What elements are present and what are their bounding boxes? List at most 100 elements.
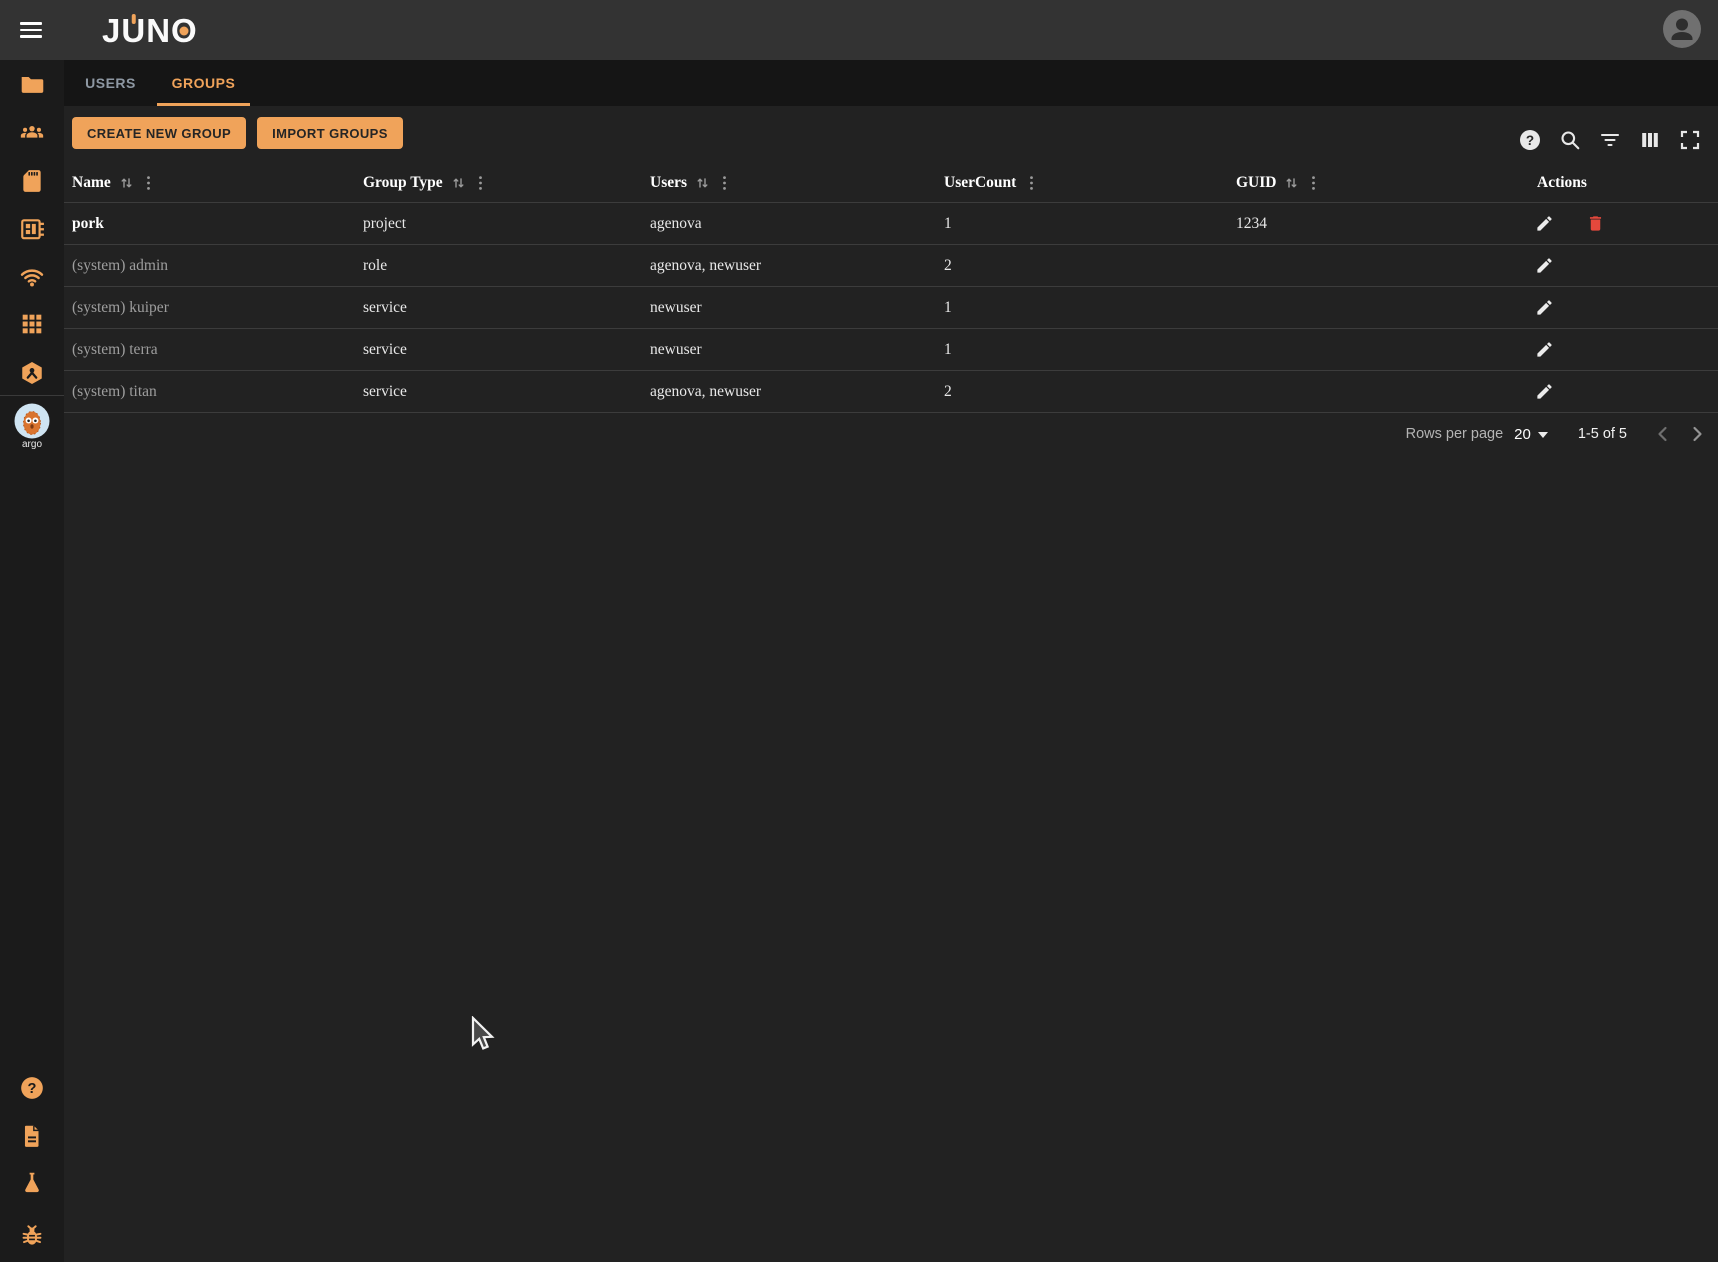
cell-users: newuser xyxy=(642,341,936,359)
cell-actions xyxy=(1529,298,1718,317)
cell-group-type: role xyxy=(355,257,642,275)
pagination-range: 1-5 of 5 xyxy=(1578,426,1627,442)
column-label: Name xyxy=(72,174,111,192)
column-menu-icon[interactable] xyxy=(1311,175,1316,191)
hamburger-menu-icon[interactable] xyxy=(17,16,45,44)
cell-name: (system) kuiper xyxy=(64,299,355,317)
column-header-actions: Actions xyxy=(1529,174,1718,192)
table-pagination: Rows per page 20 1-5 of 5 xyxy=(64,407,1718,461)
column-label: UserCount xyxy=(944,174,1016,192)
table-row: (system) kuiperservicenewuser1 xyxy=(64,287,1718,329)
cell-name: pork xyxy=(64,215,355,233)
sidebar-item-bug[interactable] xyxy=(19,1223,45,1249)
tab-groups-label: GROUPS xyxy=(172,75,236,91)
sidebar-item-folder[interactable] xyxy=(19,71,45,97)
chevron-left-icon[interactable] xyxy=(1651,422,1675,446)
sidebar-item-package[interactable] xyxy=(19,360,45,386)
sort-icon[interactable] xyxy=(452,176,465,190)
cell-actions xyxy=(1529,256,1718,275)
edit-icon[interactable] xyxy=(1535,298,1554,317)
cell-group-type: service xyxy=(355,299,642,317)
edit-icon[interactable] xyxy=(1535,256,1554,275)
dropdown-caret-icon xyxy=(1538,432,1548,438)
column-header-users: Users xyxy=(642,174,936,192)
cell-user-count: 2 xyxy=(936,257,1228,275)
cell-user-count: 1 xyxy=(936,299,1228,317)
table-toolbar: ? xyxy=(1518,128,1702,152)
sidebar-item-docs[interactable] xyxy=(19,1123,45,1149)
account-circle-icon[interactable] xyxy=(1662,9,1702,49)
sort-icon[interactable] xyxy=(120,176,133,190)
sd-card-icon xyxy=(19,168,45,194)
search-icon[interactable] xyxy=(1558,128,1582,152)
table-header-row: Name Group Type Users UserCount GUID Actions xyxy=(64,164,1718,203)
cell-users: agenova, newuser xyxy=(642,257,936,275)
cell-actions xyxy=(1529,340,1718,359)
column-header-guid: GUID xyxy=(1228,174,1529,192)
cell-group-type: service xyxy=(355,341,642,359)
sidebar-item-argo[interactable]: argo xyxy=(14,403,50,451)
cell-user-count: 1 xyxy=(936,341,1228,359)
sidebar-item-apps[interactable] xyxy=(19,311,45,337)
table-row: porkprojectagenova11234 xyxy=(64,203,1718,245)
cell-user-count: 1 xyxy=(936,215,1228,233)
svg-text:?: ? xyxy=(28,1081,37,1097)
tab-users[interactable]: USERS xyxy=(64,60,157,106)
groups-tab-content: CREATE NEW GROUP IMPORT GROUPS ? xyxy=(64,106,1718,1262)
brand-logo: JUNO xyxy=(102,14,198,47)
table-row: (system) adminroleagenova, newuser2 xyxy=(64,245,1718,287)
edit-icon[interactable] xyxy=(1535,340,1554,359)
sidebar-item-memory[interactable] xyxy=(19,216,45,242)
chevron-right-icon[interactable] xyxy=(1685,422,1709,446)
edit-icon[interactable] xyxy=(1535,214,1554,233)
folder-icon xyxy=(19,71,45,97)
column-menu-icon[interactable] xyxy=(146,175,151,191)
sidebar-divider xyxy=(0,395,64,396)
apps-grid-icon xyxy=(19,311,45,337)
sidebar-item-lab[interactable] xyxy=(19,1170,45,1196)
sidebar-item-wifi[interactable] xyxy=(19,264,45,290)
table-body: porkprojectagenova11234(system) adminrol… xyxy=(64,203,1718,413)
groups-icon xyxy=(19,120,45,146)
filter-icon[interactable] xyxy=(1598,128,1622,152)
sort-icon[interactable] xyxy=(696,176,709,190)
package-3d-icon xyxy=(19,360,45,386)
help-icon[interactable]: ? xyxy=(1518,128,1542,152)
sort-icon[interactable] xyxy=(1285,176,1298,190)
delete-icon[interactable] xyxy=(1586,214,1605,233)
cell-users: newuser xyxy=(642,299,936,317)
create-new-group-button[interactable]: CREATE NEW GROUP xyxy=(72,117,246,149)
column-header-usercount: UserCount xyxy=(936,174,1228,192)
column-menu-icon[interactable] xyxy=(478,175,483,191)
column-label: Actions xyxy=(1537,174,1587,192)
memory-board-icon xyxy=(19,216,45,242)
brand-letter: O xyxy=(171,14,198,47)
sidebar-item-storage[interactable] xyxy=(19,168,45,194)
sidebar-item-groups[interactable] xyxy=(19,120,45,146)
edit-icon[interactable] xyxy=(1535,382,1554,401)
column-menu-icon[interactable] xyxy=(722,175,727,191)
column-header-name: Name xyxy=(64,174,355,192)
cell-actions xyxy=(1529,214,1718,233)
main-panel: USERS GROUPS CREATE NEW GROUP IMPORT GRO… xyxy=(64,60,1718,1262)
columns-icon[interactable] xyxy=(1638,128,1662,152)
column-menu-icon[interactable] xyxy=(1029,175,1034,191)
flask-icon xyxy=(19,1170,45,1196)
fullscreen-icon[interactable] xyxy=(1678,128,1702,152)
table-row: (system) terraservicenewuser1 xyxy=(64,329,1718,371)
bug-icon xyxy=(19,1223,45,1249)
rows-per-page-select[interactable]: 20 xyxy=(1514,426,1548,443)
rows-per-page-value: 20 xyxy=(1514,426,1531,443)
brand-letter: N xyxy=(146,14,171,47)
cell-actions xyxy=(1529,382,1718,401)
wifi-icon xyxy=(19,264,45,290)
sidebar-item-help[interactable]: ? xyxy=(19,1075,45,1101)
column-label: GUID xyxy=(1236,174,1276,192)
column-label: Users xyxy=(650,174,687,192)
column-label: Group Type xyxy=(363,174,443,192)
cell-name: (system) admin xyxy=(64,257,355,275)
import-groups-button[interactable]: IMPORT GROUPS xyxy=(257,117,403,149)
brand-letter: J xyxy=(102,14,121,47)
tab-groups[interactable]: GROUPS xyxy=(157,60,250,106)
document-icon xyxy=(19,1123,45,1149)
